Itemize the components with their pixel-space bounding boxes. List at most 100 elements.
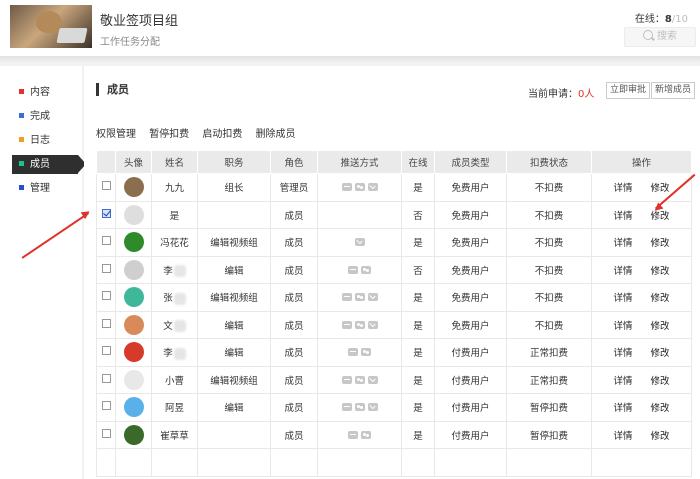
wechat-icon (361, 348, 371, 357)
avatar (123, 369, 144, 390)
pause-billing-link[interactable]: 暂停扣费 (149, 129, 189, 140)
member-role: 成员 (284, 375, 304, 387)
row-checkbox[interactable] (101, 373, 111, 383)
billing-status: 不扣费 (534, 183, 564, 195)
member-name: 小曹 (164, 375, 184, 387)
position-cell: 编辑 (197, 310, 271, 339)
table-row: 是 成员 否 免费用户 不扣费 详情 修改 (96, 200, 692, 229)
row-checkbox[interactable] (101, 208, 111, 218)
role-cell: 成员 (270, 365, 318, 394)
table-row: 小曹 编辑视频组 成员 是 付费用户 正常扣费 详情 修改 (96, 365, 692, 394)
row-checkbox[interactable] (101, 428, 111, 438)
position-cell (197, 200, 271, 229)
start-billing-link[interactable]: 启动扣费 (202, 129, 242, 140)
approve-now-button[interactable]: 立即审批 (606, 82, 651, 99)
detail-link[interactable]: 详情 (613, 183, 632, 194)
detail-link[interactable]: 详情 (613, 348, 632, 359)
position-cell: 编辑 (197, 393, 271, 422)
billing-cell: 不扣费 (506, 228, 592, 257)
member-type: 免费用户 (451, 210, 490, 222)
mail-icon (367, 375, 378, 384)
row-checkbox[interactable] (101, 236, 111, 246)
delete-member-link[interactable]: 删除成员 (256, 129, 296, 140)
search-button[interactable]: 搜索 (624, 27, 696, 47)
empty-cell (115, 448, 152, 477)
role-cell: 成员 (270, 200, 318, 229)
detail-link[interactable]: 详情 (613, 266, 632, 277)
edit-link[interactable]: 修改 (651, 348, 670, 359)
empty-cell (151, 448, 198, 477)
edit-link[interactable]: 修改 (651, 403, 670, 414)
row-checkbox[interactable] (101, 263, 111, 273)
member-online: 是 (413, 375, 423, 387)
row-checkbox[interactable] (101, 318, 111, 328)
member-role: 管理员 (279, 183, 309, 195)
sms-icon (348, 348, 358, 357)
name-cell: 阿昱 (151, 393, 198, 422)
table-row: 李 编辑 成员 否 免费用户 不扣费 详情 修改 (96, 255, 692, 284)
avatar (123, 314, 144, 335)
sidebar-item[interactable]: 完成 (12, 107, 78, 126)
member-name: 是 (169, 210, 180, 222)
sms-icon (348, 430, 358, 439)
billing-cell: 不扣费 (506, 310, 592, 339)
edit-link[interactable]: 修改 (651, 376, 670, 387)
row-checkbox[interactable] (101, 401, 111, 411)
header-avatar: 头像 (115, 150, 152, 174)
member-position: 编辑视频组 (210, 375, 258, 387)
sidebar-item[interactable]: 成员 (12, 155, 86, 174)
header-role: 角色 (270, 150, 318, 174)
billing-cell: 不扣费 (506, 255, 592, 284)
member-position: 编辑 (224, 265, 244, 277)
row-checkbox[interactable] (101, 346, 111, 356)
permission-manage-link[interactable]: 权限管理 (96, 129, 136, 140)
role-cell: 成员 (270, 338, 318, 367)
billing-status: 不扣费 (534, 238, 564, 250)
avatar-cell (115, 310, 152, 339)
select-cell (96, 310, 116, 339)
edit-link[interactable]: 修改 (651, 238, 670, 249)
member-role: 成员 (284, 238, 304, 250)
edit-link[interactable]: 修改 (651, 266, 670, 277)
name-redacted (173, 347, 186, 360)
name-cell: 冯花花 (151, 228, 198, 257)
detail-link[interactable]: 详情 (613, 321, 632, 332)
sidebar-item[interactable]: 日志 (12, 131, 78, 150)
push-cell (317, 200, 402, 229)
avatar (123, 397, 144, 418)
row-checkbox[interactable] (101, 291, 111, 301)
select-cell (96, 228, 116, 257)
sidebar-item[interactable]: 管理 (12, 179, 78, 198)
name-cell: 李 (151, 338, 198, 367)
member-role: 成员 (284, 348, 304, 360)
avatar-cell (115, 420, 152, 449)
push-cell (317, 393, 402, 422)
sidebar-item[interactable]: 内容 (12, 83, 78, 102)
edit-link[interactable]: 修改 (651, 211, 670, 222)
member-online: 是 (413, 403, 423, 415)
table-row: 文 编辑 成员 是 免费用户 不扣费 详情 修改 (96, 310, 692, 339)
bulk-actions: 权限管理 暂停扣费 启动扣费 删除成员 (96, 125, 306, 140)
edit-link[interactable]: 修改 (651, 321, 670, 332)
detail-link[interactable]: 详情 (613, 431, 632, 442)
billing-status: 暂停扣费 (529, 403, 568, 415)
edit-link[interactable]: 修改 (651, 183, 670, 194)
detail-link[interactable]: 详情 (613, 238, 632, 249)
detail-link[interactable]: 详情 (613, 293, 632, 304)
edit-link[interactable]: 修改 (651, 293, 670, 304)
push-cell (317, 283, 402, 312)
wechat-icon (354, 183, 365, 192)
row-checkbox[interactable] (101, 181, 111, 191)
detail-link[interactable]: 详情 (613, 211, 632, 222)
add-member-button[interactable]: 新增成员 (651, 82, 696, 99)
push-cell (317, 255, 402, 284)
name-cell: 九九 (151, 173, 198, 202)
avatar (123, 259, 144, 280)
avatar (123, 424, 144, 445)
edit-link[interactable]: 修改 (651, 431, 670, 442)
detail-link[interactable]: 详情 (613, 403, 632, 414)
top-header: 敬业签项目组 工作任务分配 在线：8/10 搜索 (0, 0, 700, 56)
push-cell (317, 228, 402, 257)
detail-link[interactable]: 详情 (613, 376, 632, 387)
type-cell: 免费用户 (434, 200, 507, 229)
